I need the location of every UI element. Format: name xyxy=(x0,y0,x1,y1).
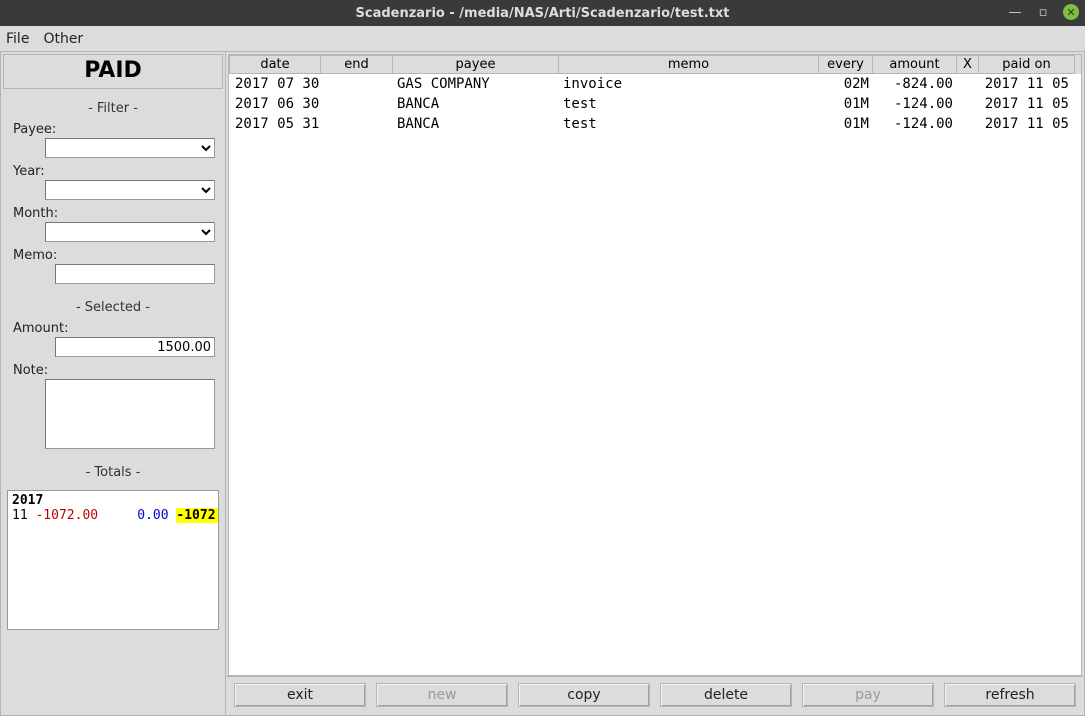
col-every[interactable]: every xyxy=(819,55,873,74)
totals-year: 2017 xyxy=(12,493,214,508)
note-textarea[interactable] xyxy=(45,379,215,449)
minimize-icon[interactable]: — xyxy=(1007,4,1023,20)
main-pane: date end payee memo every amount X paid … xyxy=(226,52,1084,715)
cell-date: 2017 06 30 xyxy=(229,94,321,114)
col-amount[interactable]: amount xyxy=(873,55,957,74)
col-paidon[interactable]: paid on xyxy=(979,55,1075,74)
note-label: Note: xyxy=(11,363,215,378)
year-select[interactable] xyxy=(45,180,215,200)
cell-paidon: 2017 11 05 xyxy=(979,74,1075,94)
filter-section-label: - Filter - xyxy=(1,101,225,116)
maximize-icon[interactable]: ▫ xyxy=(1035,4,1051,20)
table-row[interactable]: 2017 06 30 BANCAtest01M-124.00 2017 11 05 xyxy=(229,94,1081,114)
table-row[interactable]: 2017 07 30 GAS COMPANYinvoice02M-824.00 20… xyxy=(229,74,1081,94)
cell-date: 2017 05 31 xyxy=(229,114,321,134)
month-label: Month: xyxy=(11,206,215,221)
cell-every: 01M xyxy=(819,94,873,114)
pay-button[interactable]: pay xyxy=(802,683,934,707)
close-icon[interactable]: ✕ xyxy=(1063,4,1079,20)
body-area: PAID - Filter - Payee: Year: Month: Memo… xyxy=(0,52,1085,716)
new-button[interactable]: new xyxy=(376,683,508,707)
exit-button[interactable]: exit xyxy=(234,683,366,707)
totals-debit: -1072.00 xyxy=(35,508,98,523)
button-bar: exit new copy delete pay refresh xyxy=(226,676,1084,715)
delete-button[interactable]: delete xyxy=(660,683,792,707)
cell-payee: GAS COMPANY xyxy=(393,74,559,94)
totals-net: -1072.00 xyxy=(176,508,219,523)
cell-memo: test xyxy=(559,94,819,114)
totals-box: 2017 11 -1072.00 0.00 -1072.00 xyxy=(7,490,219,630)
memo-label: Memo: xyxy=(11,248,215,263)
month-select[interactable] xyxy=(45,222,215,242)
cell-amount: -824.00 xyxy=(873,74,957,94)
menubar: File Other xyxy=(0,26,1085,52)
table-row[interactable]: 2017 05 31 BANCAtest01M-124.00 2017 11 05 xyxy=(229,114,1081,134)
menu-other[interactable]: Other xyxy=(43,31,83,47)
col-x[interactable]: X xyxy=(957,55,979,74)
cell-x xyxy=(957,74,979,94)
payee-label: Payee: xyxy=(11,122,215,137)
memo-input[interactable] xyxy=(55,264,215,284)
app-window: Scadenzario - /media/NAS/Arti/Scadenzari… xyxy=(0,0,1085,716)
selected-section-label: - Selected - xyxy=(1,300,225,315)
totals-credit: 0.00 xyxy=(137,508,168,523)
payee-row: Payee: xyxy=(1,122,225,158)
month-row: Month: xyxy=(1,206,225,242)
window-title: Scadenzario - /media/NAS/Arti/Scadenzari… xyxy=(0,6,1085,21)
cell-amount: -124.00 xyxy=(873,114,957,134)
totals-line: 11 -1072.00 0.00 -1072.00 xyxy=(12,508,214,523)
cell-every: 01M xyxy=(819,114,873,134)
grid-body[interactable]: 2017 07 30GAS COMPANYinvoice02M-824.0020… xyxy=(229,74,1081,675)
memo-row: Memo: xyxy=(1,248,225,284)
cell-paidon: 2017 11 05 xyxy=(979,94,1075,114)
cell-amount: -124.00 xyxy=(873,94,957,114)
titlebar: Scadenzario - /media/NAS/Arti/Scadenzari… xyxy=(0,0,1085,26)
menu-file[interactable]: File xyxy=(6,31,29,47)
amount-label: Amount: xyxy=(11,321,215,336)
cell-paidon: 2017 11 05 xyxy=(979,114,1075,134)
totals-section-label: - Totals - xyxy=(1,465,225,480)
year-label: Year: xyxy=(11,164,215,179)
cell-end xyxy=(321,114,393,134)
cell-memo: test xyxy=(559,114,819,134)
cell-end xyxy=(321,94,393,114)
year-row: Year: xyxy=(1,164,225,200)
col-payee[interactable]: payee xyxy=(393,55,559,74)
col-end[interactable]: end xyxy=(321,55,393,74)
cell-date: 2017 07 30 xyxy=(229,74,321,94)
cell-x xyxy=(957,114,979,134)
amount-input[interactable] xyxy=(55,337,215,357)
col-date[interactable]: date xyxy=(229,55,321,74)
totals-month: 11 xyxy=(12,508,28,523)
payee-select[interactable] xyxy=(45,138,215,158)
cell-end xyxy=(321,74,393,94)
refresh-button[interactable]: refresh xyxy=(944,683,1076,707)
grid-header: date end payee memo every amount X paid … xyxy=(229,55,1081,74)
cell-payee: BANCA xyxy=(393,94,559,114)
paid-header: PAID xyxy=(3,54,223,89)
cell-x xyxy=(957,94,979,114)
cell-payee: BANCA xyxy=(393,114,559,134)
sidebar: PAID - Filter - Payee: Year: Month: Memo… xyxy=(1,52,226,715)
copy-button[interactable]: copy xyxy=(518,683,650,707)
window-controls: — ▫ ✕ xyxy=(1007,4,1079,20)
cell-every: 02M xyxy=(819,74,873,94)
grid: date end payee memo every amount X paid … xyxy=(228,54,1082,676)
amount-row: Amount: xyxy=(1,321,225,357)
col-memo[interactable]: memo xyxy=(559,55,819,74)
note-row: Note: xyxy=(1,363,225,449)
cell-memo: invoice xyxy=(559,74,819,94)
